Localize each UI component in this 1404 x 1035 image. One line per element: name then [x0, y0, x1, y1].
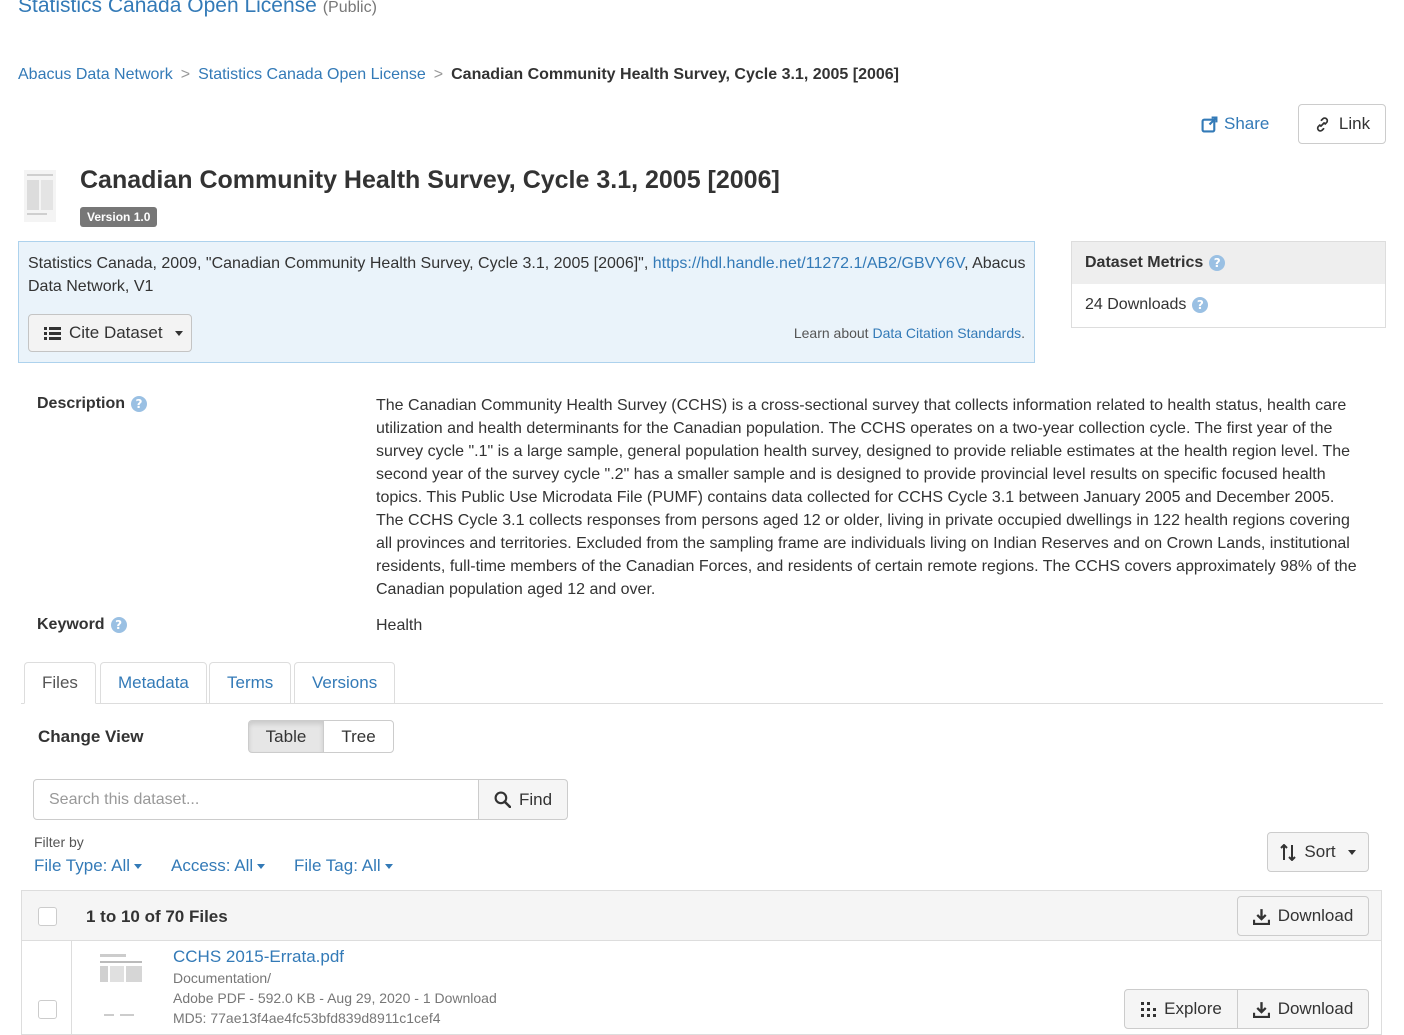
download-label: Download: [1277, 906, 1354, 925]
tab-metadata[interactable]: Metadata: [100, 662, 207, 704]
breadcrumb-separator: >: [180, 66, 191, 83]
help-icon[interactable]: ?: [1209, 255, 1226, 271]
dataset-thumbnail-icon: [24, 170, 56, 222]
view-tree-button[interactable]: Tree: [323, 720, 394, 753]
data-citation-standards-link[interactable]: Data Citation Standards: [872, 325, 1021, 341]
dataset-metrics-panel: Dataset Metrics ? 24 Downloads ?: [1071, 241, 1386, 328]
breadcrumb-separator: >: [433, 66, 444, 83]
download-icon: [1252, 908, 1270, 925]
breadcrumb-item-statcan[interactable]: Statistics Canada Open License: [198, 66, 426, 83]
tab-files[interactable]: Files: [24, 662, 96, 704]
tab-terms[interactable]: Terms: [209, 662, 292, 704]
caret-down-icon: [174, 330, 183, 336]
explore-icon: [1141, 1001, 1157, 1017]
learn-citation: Learn about Data Citation Standards.: [794, 325, 1025, 341]
breadcrumb-current: Canadian Community Health Survey, Cycle …: [451, 66, 899, 83]
file-info: Adobe PDF - 592.0 KB - Aug 29, 2020 - 1 …: [173, 990, 497, 1006]
view-table-button[interactable]: Table: [248, 720, 324, 753]
files-table-header: 1 to 10 of 70 Files Download: [21, 890, 1382, 941]
link-label: Link: [1338, 114, 1371, 133]
find-label: Find: [518, 789, 553, 809]
file-name-link[interactable]: CCHS 2015-Errata.pdf: [173, 947, 344, 967]
sort-button[interactable]: Sort: [1267, 832, 1369, 872]
share-icon: [1201, 116, 1218, 132]
download-icon: [1252, 1001, 1270, 1018]
metrics-heading: Dataset Metrics ?: [1072, 242, 1385, 284]
file-download-button[interactable]: Download: [1237, 989, 1369, 1029]
explore-button[interactable]: Explore: [1124, 989, 1239, 1029]
list-icon: [44, 326, 61, 340]
file-md5: MD5: 77ae13f4ae4fc53bfd839d8911c1cef4: [173, 1010, 441, 1026]
files-count: 1 to 10 of 70 Files: [86, 907, 228, 926]
dataverse-title-text[interactable]: Statistics Canada Open License: [18, 0, 317, 17]
tab-versions[interactable]: Versions: [294, 662, 396, 704]
caret-down-icon: [384, 864, 393, 870]
dataverse-status: (Public): [322, 0, 377, 16]
caret-down-icon: [257, 864, 266, 870]
share-label: Share: [1224, 114, 1270, 133]
chain-link-icon: [1316, 116, 1328, 132]
description-label-text: Description: [37, 395, 126, 412]
citation-doi-link[interactable]: https://hdl.handle.net/11272.1/AB2/GBVY6…: [653, 255, 964, 272]
citation-text-before: Statistics Canada, 2009, "Canadian Commu…: [28, 255, 653, 272]
row-divider: [71, 940, 72, 1035]
keyword-label-text: Keyword: [37, 616, 105, 633]
metrics-heading-text: Dataset Metrics: [1085, 254, 1204, 271]
learn-suffix: .: [1021, 325, 1025, 341]
link-button[interactable]: Link: [1298, 104, 1386, 144]
filter-by-label: Filter by: [34, 834, 84, 850]
learn-prefix: Learn about: [793, 325, 869, 341]
breadcrumb: Abacus Data Network > Statistics Canada Op…: [18, 66, 899, 84]
cite-dataset-label: Cite Dataset: [69, 323, 163, 342]
explore-label: Explore: [1164, 999, 1222, 1018]
description-label: Description ?: [37, 395, 148, 413]
filter-access-label: Access: All: [171, 856, 254, 875]
cite-dataset-button[interactable]: Cite Dataset: [28, 314, 192, 352]
download-all-button[interactable]: Download: [1237, 896, 1369, 936]
filter-file-type-label: File Type: All: [34, 856, 131, 875]
search-icon: [494, 791, 511, 808]
find-button[interactable]: Find: [478, 779, 568, 820]
row-checkbox[interactable]: [38, 1000, 57, 1019]
help-icon[interactable]: ?: [1192, 297, 1209, 313]
change-view-label: Change View: [38, 727, 144, 746]
metrics-downloads: 24 Downloads ?: [1072, 284, 1385, 326]
select-all-checkbox[interactable]: [38, 907, 57, 926]
filter-access[interactable]: Access: All: [171, 856, 266, 876]
dataset-title: Canadian Community Health Survey, Cycle …: [80, 166, 780, 194]
caret-down-icon: [134, 864, 143, 870]
table-row: CCHS 2015-Errata.pdf Documentation/ Adob…: [21, 940, 1382, 1035]
help-icon[interactable]: ?: [110, 617, 127, 633]
filter-file-tag-label: File Tag: All: [294, 856, 381, 875]
keyword-label: Keyword ?: [37, 616, 127, 634]
filter-file-type[interactable]: File Type: All: [34, 856, 143, 876]
help-icon[interactable]: ?: [131, 396, 148, 412]
keyword-value: Health: [376, 617, 423, 634]
dataverse-title[interactable]: Statistics Canada Open License (Public): [18, 0, 377, 18]
file-folder: Documentation/: [173, 970, 272, 986]
version-badge: Version 1.0: [80, 207, 158, 227]
citation-box: Statistics Canada, 2009, "Canadian Commu…: [18, 241, 1035, 363]
search-input[interactable]: [33, 779, 479, 820]
caret-down-icon: [1347, 849, 1356, 855]
download-label: Download: [1277, 999, 1354, 1018]
sort-label: Sort: [1304, 842, 1336, 861]
share-button[interactable]: Share: [1201, 114, 1269, 134]
downloads-count: 24 Downloads: [1085, 296, 1187, 313]
filter-file-tag[interactable]: File Tag: All: [294, 856, 393, 876]
citation-text: Statistics Canada, 2009, "Canadian Commu…: [28, 252, 1028, 298]
sort-icon: [1280, 843, 1297, 861]
file-thumbnail-icon: [98, 952, 144, 1020]
description-text: The Canadian Community Health Survey (CC…: [376, 397, 1357, 598]
breadcrumb-item-abacus[interactable]: Abacus Data Network: [18, 66, 173, 83]
